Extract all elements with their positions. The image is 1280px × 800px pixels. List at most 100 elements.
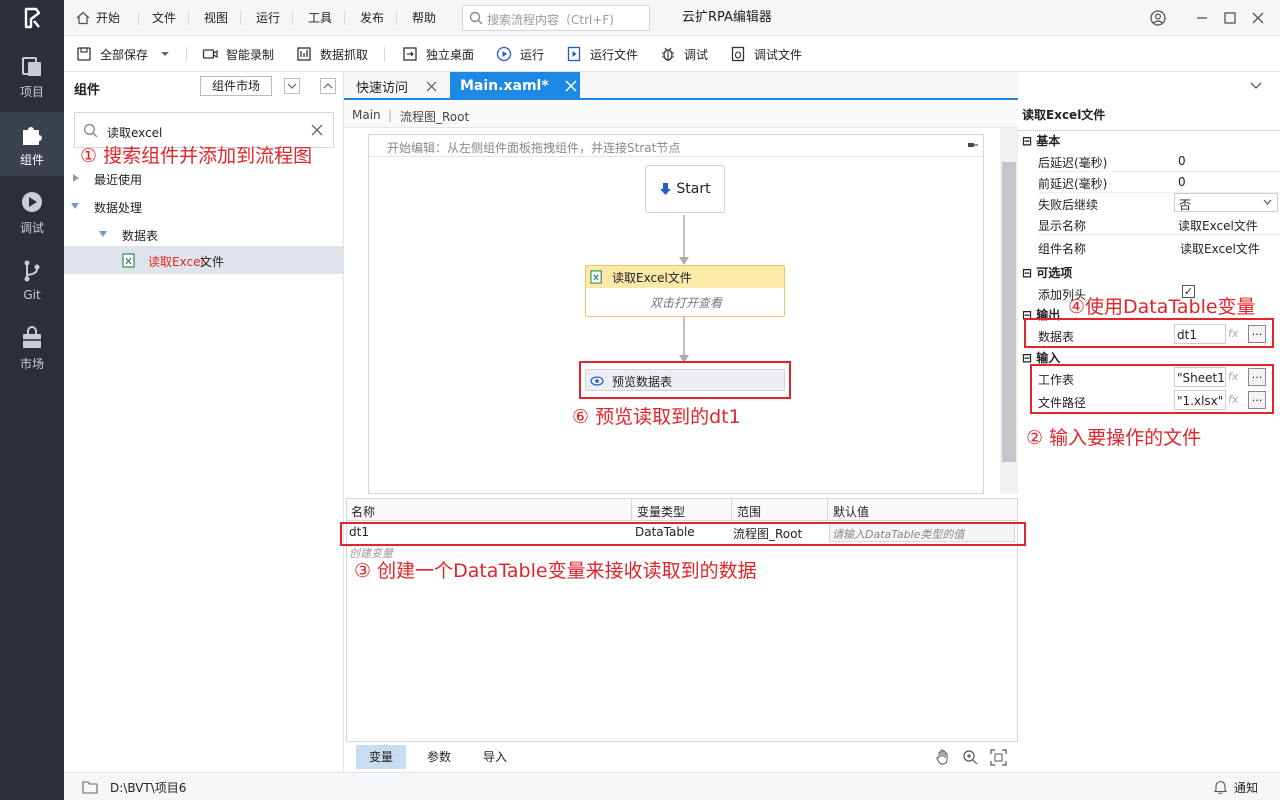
breadcrumb-root[interactable]: Main: [352, 108, 381, 122]
zoom-in-icon[interactable]: [962, 749, 979, 766]
section-options[interactable]: ⊟ 可选项: [1022, 264, 1072, 281]
tab-imports[interactable]: 导入: [470, 745, 520, 769]
nav-git[interactable]: Git: [0, 248, 64, 312]
search-icon: [469, 11, 483, 25]
debug-button[interactable]: 调试: [660, 36, 708, 72]
prop-delay-after[interactable]: 后延迟(毫秒) 0: [1038, 150, 1280, 172]
start-node[interactable]: Start: [645, 165, 725, 213]
nav-market[interactable]: 市场: [0, 316, 64, 380]
read-excel-activity[interactable]: 读取Excel文件 双击打开查看: [585, 265, 785, 317]
menu-publish[interactable]: 发布: [360, 0, 384, 36]
search-input[interactable]: 搜索流程内容（Ctrl+F): [462, 5, 650, 31]
tab-quick-access[interactable]: 快速访问: [348, 72, 450, 100]
annotation-box-output: [1024, 318, 1274, 348]
close-tab-icon[interactable]: [426, 81, 437, 92]
select-value: 否: [1179, 198, 1192, 212]
run-button[interactable]: 运行: [496, 36, 544, 72]
prop-value[interactable]: 0: [1178, 154, 1186, 168]
smart-record-button[interactable]: 智能录制: [202, 36, 274, 72]
canvas-scrollbar[interactable]: [1000, 128, 1018, 494]
prop-continue-on-error[interactable]: 失败后继续 否: [1038, 192, 1280, 214]
col-scope-header: 范围: [737, 505, 762, 519]
tree-item-data-processing[interactable]: 数据处理: [70, 196, 340, 218]
close-window-icon[interactable]: [1250, 10, 1266, 26]
tree-label: 最近使用: [94, 173, 143, 187]
nav-project[interactable]: 项目: [0, 44, 64, 108]
debug-file-button[interactable]: 调试文件: [730, 36, 802, 72]
menu-run[interactable]: 运行: [256, 0, 280, 36]
status-bar: D:\BVT\项目6 通知: [64, 772, 1280, 800]
clear-search-icon[interactable]: [311, 124, 323, 136]
section-basic[interactable]: ⊟ 基本: [1022, 132, 1060, 149]
maximize-icon[interactable]: [1222, 10, 1238, 26]
col-divider: [631, 499, 632, 521]
prop-display-name[interactable]: 显示名称 读取Excel文件: [1038, 213, 1280, 235]
bell-icon[interactable]: [1214, 780, 1227, 794]
toolbar-divider: [384, 47, 385, 61]
component-market-button[interactable]: 组件市场: [200, 76, 272, 96]
menu-divider: [188, 11, 189, 25]
prop-value: 读取Excel文件: [1180, 242, 1260, 256]
minimize-icon[interactable]: [1194, 10, 1210, 26]
collapse-down-icon[interactable]: [284, 78, 300, 94]
menu-divider: [292, 11, 293, 25]
annotation-box-preview: [579, 361, 791, 399]
collapse-icon: ⊟: [1022, 351, 1037, 365]
component-search-input[interactable]: 读取excel: [74, 112, 334, 148]
breadcrumb-current[interactable]: 流程图_Root: [400, 108, 469, 125]
fit-screen-icon[interactable]: [990, 749, 1007, 766]
desktop-arrow-icon: [403, 47, 417, 61]
menu-tools[interactable]: 工具: [308, 0, 332, 36]
scrollbar-thumb[interactable]: [1002, 162, 1016, 462]
prop-value[interactable]: 0: [1178, 175, 1186, 189]
user-account-icon[interactable]: [1150, 10, 1166, 26]
tab-variables[interactable]: 变量: [356, 745, 406, 769]
data-scrape-button[interactable]: 数据抓取: [296, 36, 368, 72]
tree-label-highlight: 读取Excel: [148, 255, 204, 269]
menu-view[interactable]: 视图: [204, 0, 228, 36]
col-divider: [827, 499, 828, 521]
tree-item-recent[interactable]: 最近使用: [70, 168, 340, 190]
debug-label: 调试: [684, 47, 709, 62]
excel-file-icon: [590, 270, 602, 284]
nav-debug[interactable]: 调试: [0, 180, 64, 244]
standalone-desktop-button[interactable]: 独立桌面: [402, 36, 474, 72]
menu-divider: [344, 11, 345, 25]
tree-item-read-excel[interactable]: 读取Excel 文件: [64, 246, 343, 274]
data-scrape-label: 数据抓取: [320, 47, 369, 62]
save-all-button[interactable]: 全部保存: [76, 36, 148, 72]
debug-file-icon: [731, 46, 745, 62]
collapse-up-icon[interactable]: [320, 78, 336, 94]
prop-value[interactable]: 读取Excel文件: [1178, 217, 1258, 234]
annotation-step-4: ④使用DataTable变量: [1068, 296, 1256, 318]
nav-components[interactable]: 组件: [0, 112, 64, 176]
flowchart-canvas[interactable]: 开始编辑：从左侧组件面板拖拽组件，并连接Strat节点 Start 读取Exce…: [368, 134, 984, 494]
tree-label-rest: 文件: [200, 255, 225, 269]
tab-arguments[interactable]: 参数: [414, 745, 464, 769]
standalone-desktop-label: 独立桌面: [426, 47, 475, 62]
prop-label: 失败后继续: [1038, 198, 1099, 212]
hand-pan-icon[interactable]: [934, 748, 952, 766]
run-file-button[interactable]: 运行文件: [566, 36, 638, 72]
tree-collapse-icon: [71, 203, 79, 209]
excel-file-icon: [122, 253, 135, 268]
menu-help[interactable]: 帮助: [412, 0, 436, 36]
menu-home[interactable]: 开始: [76, 0, 120, 36]
menu-file[interactable]: 文件: [152, 0, 176, 36]
tree-item-datatable[interactable]: 数据表: [98, 224, 338, 246]
toolbar-divider: [186, 47, 187, 61]
chevron-down-icon[interactable]: [160, 50, 170, 58]
continue-on-error-select[interactable]: 否: [1174, 193, 1278, 212]
prop-delay-before[interactable]: 前延迟(毫秒) 0: [1038, 171, 1280, 193]
tab-main-xaml[interactable]: Main.xaml*: [450, 72, 580, 100]
prop-component-name: 组件名称 读取Excel文件: [1038, 236, 1280, 258]
toolbar: 全部保存 智能录制 数据抓取 独立桌面 运行 运行文件 调试 调试文件: [64, 36, 1280, 72]
create-variable-link[interactable]: 创建变量: [349, 545, 393, 561]
notify-label[interactable]: 通知: [1234, 779, 1258, 796]
close-tab-icon[interactable]: [565, 80, 577, 92]
tabs-overflow-chevron-icon[interactable]: [1250, 82, 1262, 90]
git-branch-icon: [24, 260, 40, 282]
section-input-label: 输入: [1036, 351, 1061, 365]
annotation-step-3: ③ 创建一个DataTable变量来接收读取到的数据: [354, 560, 757, 582]
tree-label: 数据处理: [94, 201, 143, 215]
